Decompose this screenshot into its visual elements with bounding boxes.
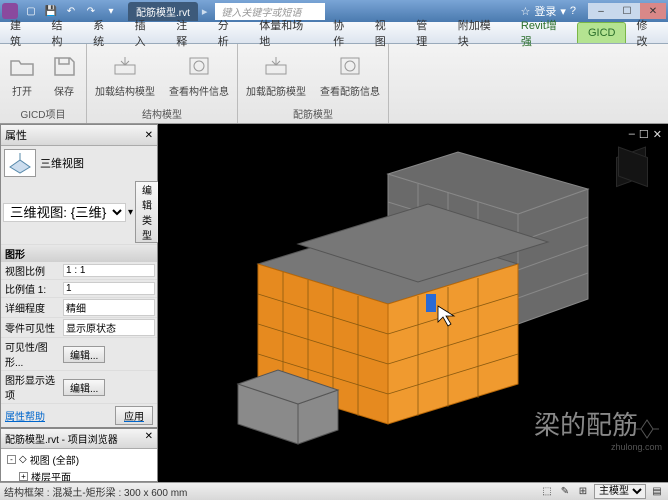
- panel-label: GICD项目: [4, 106, 82, 121]
- tree-node-floorplan[interactable]: +楼层平面: [3, 468, 155, 482]
- status-icon[interactable]: ⊞: [576, 485, 590, 499]
- close-icon[interactable]: ✕: [145, 431, 153, 446]
- load-structure-button[interactable]: 加载结构模型: [91, 51, 159, 102]
- tab-manage[interactable]: 管理: [406, 22, 448, 43]
- type-selector[interactable]: 三维视图: {三维}: [3, 203, 126, 222]
- tab-structure[interactable]: 结构: [42, 22, 84, 43]
- status-icon[interactable]: ▤: [650, 485, 664, 499]
- save-button[interactable]: 保存: [46, 51, 82, 102]
- prop-value[interactable]: 1: [63, 282, 155, 295]
- vp-maximize-icon[interactable]: ☐: [639, 128, 649, 141]
- load-icon: [111, 53, 139, 79]
- panel-label: 配筋模型: [242, 106, 384, 121]
- prop-value[interactable]: 显示原状态: [63, 319, 155, 336]
- worksets-selector[interactable]: 主模型: [594, 484, 646, 499]
- type-name: 三维视图: [40, 155, 84, 171]
- edit-button[interactable]: 编辑...: [63, 346, 105, 363]
- site-watermark: zhulong.com: [611, 418, 662, 452]
- left-sidebar: 属性 ✕ 三维视图 三维视图: {三维} ▾ 编辑类型 图形 视图比例1 : 1…: [0, 124, 158, 482]
- tab-gicd[interactable]: GICD: [577, 22, 627, 43]
- doc-nav-icon[interactable]: ▸: [202, 5, 208, 18]
- tab-insert[interactable]: 插入: [125, 22, 167, 43]
- tab-systems[interactable]: 系统: [83, 22, 125, 43]
- collapse-icon[interactable]: -: [7, 455, 16, 464]
- view-rebar-button[interactable]: 查看配筋信息: [316, 51, 384, 102]
- 3d-viewport[interactable]: – ☐ ✕: [158, 124, 668, 482]
- status-icon[interactable]: ✎: [558, 485, 572, 499]
- prop-row: 比例值 1:1: [1, 280, 157, 298]
- edit-button[interactable]: 编辑...: [63, 379, 105, 396]
- tab-analyze[interactable]: 分析: [208, 22, 250, 43]
- browser-tree: -◇视图 (全部) +楼层平面 +三维视图 +立面 (建筑立面) ▦图例 +▤明…: [1, 449, 157, 482]
- prop-row: 详细程度精细: [1, 298, 157, 318]
- info-icon: [336, 53, 364, 79]
- tree-node-views[interactable]: -◇视图 (全部): [3, 451, 155, 468]
- save-icon: [50, 53, 78, 79]
- ribbon-panel-structure: 加载结构模型 查看构件信息 结构模型: [87, 44, 238, 123]
- open-button[interactable]: 打开: [4, 51, 40, 102]
- folder-icon: [8, 53, 36, 79]
- workspace: 属性 ✕ 三维视图 三维视图: {三维} ▾ 编辑类型 图形 视图比例1 : 1…: [0, 124, 668, 482]
- status-icon[interactable]: ⬚: [540, 485, 554, 499]
- edit-type-button[interactable]: 编辑类型: [135, 181, 159, 243]
- apply-button[interactable]: 应用: [115, 406, 153, 425]
- status-selection: 结构框架 : 混凝土-矩形梁 : 300 x 600 mm: [4, 484, 187, 499]
- load-icon: [262, 53, 290, 79]
- tab-collaborate[interactable]: 协作: [323, 22, 365, 43]
- expand-icon[interactable]: +: [19, 472, 28, 481]
- properties-help-link[interactable]: 属性帮助: [5, 408, 45, 423]
- prop-row: 图形显示选项编辑...: [1, 371, 157, 404]
- filter-icon[interactable]: ▾: [128, 207, 133, 218]
- ribbon: 打开 保存 GICD项目 加载结构模型 查看构件信息 结构模型 加载配筋: [0, 44, 668, 124]
- browser-header[interactable]: 配筋模型.rvt - 项目浏览器 ✕: [1, 429, 157, 449]
- properties-header[interactable]: 属性 ✕: [1, 125, 157, 146]
- status-bar: 结构框架 : 混凝土-矩形梁 : 300 x 600 mm ⬚ ✎ ⊞ 主模型 …: [0, 482, 668, 500]
- tab-massing[interactable]: 体量和场地: [249, 22, 323, 43]
- vp-close-icon[interactable]: ✕: [653, 128, 662, 141]
- prop-row: 视图比例1 : 1: [1, 262, 157, 280]
- tab-architecture[interactable]: 建筑: [0, 22, 42, 43]
- prop-row: 可见性/图形...编辑...: [1, 338, 157, 371]
- prop-value[interactable]: 精细: [63, 299, 155, 316]
- tab-annotate[interactable]: 注释: [166, 22, 208, 43]
- ribbon-tabs: 建筑 结构 系统 插入 注释 分析 体量和场地 协作 视图 管理 附加模块 Re…: [0, 22, 668, 44]
- properties-palette: 属性 ✕ 三维视图 三维视图: {三维} ▾ 编辑类型 图形 视图比例1 : 1…: [0, 124, 158, 428]
- view-component-button[interactable]: 查看构件信息: [165, 51, 233, 102]
- panel-label: 结构模型: [91, 106, 233, 121]
- project-browser: 配筋模型.rvt - 项目浏览器 ✕ -◇视图 (全部) +楼层平面 +三维视图…: [0, 428, 158, 482]
- load-rebar-button[interactable]: 加载配筋模型: [242, 51, 310, 102]
- viewport-window-controls: – ☐ ✕: [629, 128, 662, 141]
- info-icon: [185, 53, 213, 79]
- tab-modify[interactable]: 修改: [626, 22, 668, 43]
- view-type-icon: [4, 149, 36, 177]
- section-graphics[interactable]: 图形: [1, 245, 157, 262]
- help-icon[interactable]: ?: [570, 5, 576, 17]
- tab-addins[interactable]: 附加模块: [448, 22, 511, 43]
- tab-revit-enhance[interactable]: Revit增强: [511, 22, 577, 43]
- ribbon-panel-gicd: 打开 保存 GICD项目: [0, 44, 87, 123]
- vp-minimize-icon[interactable]: –: [629, 128, 635, 141]
- ribbon-panel-rebar: 加载配筋模型 查看配筋信息 配筋模型: [238, 44, 389, 123]
- minimize-button[interactable]: –: [588, 3, 614, 19]
- close-icon[interactable]: ✕: [145, 130, 153, 141]
- tab-view[interactable]: 视图: [365, 22, 407, 43]
- prop-row: 零件可见性显示原状态: [1, 318, 157, 338]
- prop-value[interactable]: 1 : 1: [63, 264, 155, 277]
